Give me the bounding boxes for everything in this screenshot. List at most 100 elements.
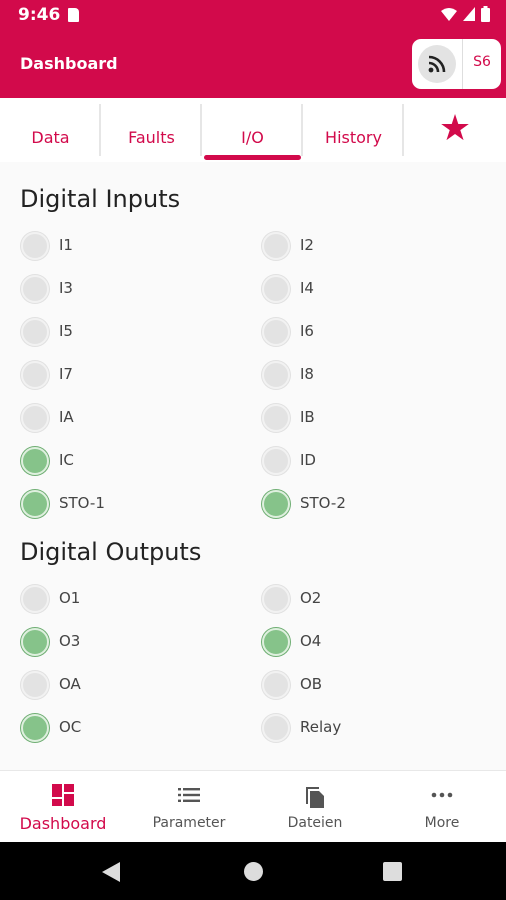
system-navigation-bar — [0, 842, 506, 900]
io-label: I6 — [300, 322, 314, 340]
tab-label: Data — [31, 128, 70, 147]
status-led — [21, 628, 49, 656]
io-label: OC — [59, 718, 82, 736]
home-icon[interactable] — [243, 861, 264, 882]
io-label: I2 — [300, 236, 314, 254]
input-i5: I5 — [21, 318, 221, 348]
tab-history[interactable]: History — [303, 98, 404, 162]
output-oc: OC — [21, 714, 221, 744]
status-led — [262, 318, 290, 346]
status-led — [21, 585, 49, 613]
io-label: OA — [59, 675, 81, 693]
digital-outputs-title: Digital Outputs — [20, 538, 202, 566]
input-i1: I1 — [21, 232, 221, 262]
nav-dateien[interactable]: Dateien — [252, 771, 378, 843]
input-i4: I4 — [262, 275, 462, 305]
io-label: O3 — [59, 632, 81, 650]
wifi-icon — [441, 8, 457, 21]
recents-icon[interactable] — [383, 862, 402, 881]
status-led — [21, 318, 49, 346]
input-id: ID — [262, 447, 462, 477]
io-label: O1 — [59, 589, 81, 607]
active-tab-indicator — [204, 155, 301, 160]
app-title: Dashboard — [20, 54, 118, 73]
io-label: Relay — [300, 718, 342, 736]
status-led — [262, 628, 290, 656]
nav-dashboard[interactable]: Dashboard — [0, 771, 126, 843]
input-ia: IA — [21, 404, 221, 434]
status-led — [21, 404, 49, 432]
input-i3: I3 — [21, 275, 221, 305]
input-i8: I8 — [262, 361, 462, 391]
output-o1: O1 — [21, 585, 221, 615]
sd-card-icon — [68, 8, 79, 22]
status-led — [21, 714, 49, 742]
digital-inputs-title: Digital Inputs — [20, 185, 181, 213]
status-led — [262, 490, 290, 518]
tab-data[interactable]: Data — [0, 98, 101, 162]
output-relay: Relay — [262, 714, 462, 744]
io-label: OB — [300, 675, 323, 693]
io-label: STO-1 — [59, 494, 105, 512]
output-ob: OB — [262, 671, 462, 701]
status-led — [262, 714, 290, 742]
rss-feed-icon — [428, 55, 446, 73]
input-ib: IB — [262, 404, 462, 434]
tab-faults[interactable]: Faults — [101, 98, 202, 162]
status-led — [21, 671, 49, 699]
nav-parameter[interactable]: Parameter — [126, 771, 252, 843]
nav-label: More — [424, 815, 460, 831]
connection-button[interactable] — [418, 45, 456, 83]
more-horizontal-icon — [431, 792, 453, 798]
star-icon: ★ — [438, 108, 472, 149]
io-label: I4 — [300, 279, 314, 297]
app-bar: Dashboard S6 — [0, 30, 506, 98]
device-connection-box[interactable]: S6 — [412, 39, 501, 89]
nav-more[interactable]: More — [378, 771, 506, 843]
file-copy-icon — [306, 787, 324, 808]
bottom-navigation: Dashboard Parameter Dateien More — [0, 770, 506, 842]
input-ic: IC — [21, 447, 221, 477]
io-label: O4 — [300, 632, 322, 650]
io-label: STO-2 — [300, 494, 346, 512]
io-label: I8 — [300, 365, 314, 383]
status-led — [262, 671, 290, 699]
io-label: I1 — [59, 236, 73, 254]
tab-label: Faults — [128, 128, 175, 147]
status-led — [21, 232, 49, 260]
dashboard-icon — [52, 784, 74, 806]
io-label: IB — [300, 408, 315, 426]
tab-label: History — [325, 128, 382, 147]
cell-signal-icon — [463, 7, 475, 21]
io-label: I3 — [59, 279, 73, 297]
io-label: ID — [300, 451, 316, 469]
output-oa: OA — [21, 671, 221, 701]
status-time: 9:46 — [18, 5, 61, 25]
output-o2: O2 — [262, 585, 462, 615]
input-sto-1: STO-1 — [21, 490, 221, 520]
output-o3: O3 — [21, 628, 221, 658]
tab-io[interactable]: I/O — [202, 98, 303, 162]
device-label[interactable]: S6 — [463, 54, 501, 70]
status-led — [262, 447, 290, 475]
status-led — [262, 232, 290, 260]
input-i7: I7 — [21, 361, 221, 391]
io-label: I7 — [59, 365, 73, 383]
status-led — [262, 404, 290, 432]
io-label: IC — [59, 451, 74, 469]
io-label: IA — [59, 408, 74, 426]
input-i2: I2 — [262, 232, 462, 262]
back-icon[interactable] — [101, 861, 121, 883]
status-bar: 9:46 — [0, 0, 506, 30]
nav-label: Dashboard — [19, 814, 107, 833]
status-led — [21, 275, 49, 303]
status-led — [262, 275, 290, 303]
io-label: I5 — [59, 322, 73, 340]
tab-favorites[interactable]: ★ — [404, 98, 506, 162]
nav-label: Dateien — [287, 815, 343, 831]
status-led — [21, 447, 49, 475]
io-label: O2 — [300, 589, 322, 607]
list-icon — [178, 788, 200, 802]
output-o4: O4 — [262, 628, 462, 658]
input-sto-2: STO-2 — [262, 490, 462, 520]
